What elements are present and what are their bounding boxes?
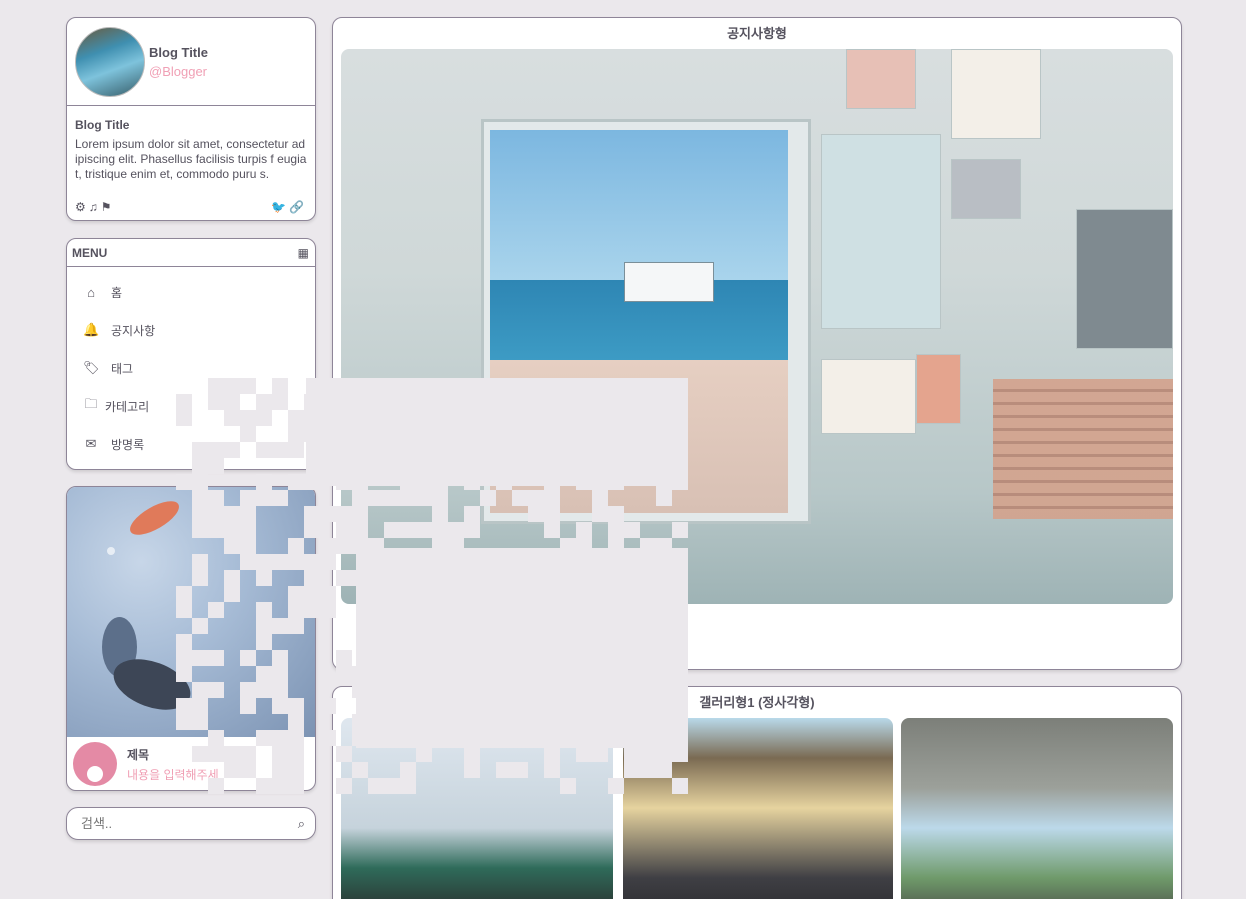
blogger-handle[interactable]: @Blogger	[149, 64, 208, 79]
menu-item-label: 공지사항	[111, 323, 156, 338]
author-avatar	[73, 742, 117, 786]
menu-header: MENU ▦	[67, 239, 315, 267]
folder-icon: 🗀	[84, 396, 98, 411]
notice-section-title: 공지사항형	[727, 26, 787, 41]
menu-item-label: 방명록	[111, 437, 145, 452]
link-icon[interactable]: 🔗	[289, 200, 304, 214]
profile-header: Blog Title @Blogger	[67, 18, 315, 106]
search-icon[interactable]: ⌕	[298, 816, 305, 832]
menu-item-label: 홈	[111, 285, 123, 300]
gear-icon[interactable]: ⚙	[75, 200, 86, 214]
menu-item-label: 태그	[111, 361, 134, 376]
search-box: ⌕	[66, 807, 316, 840]
menu-title: MENU	[72, 245, 108, 260]
grid-icon[interactable]: ▦	[298, 246, 309, 260]
gallery-image-3[interactable]	[901, 718, 1173, 899]
mail-icon: ✉	[85, 436, 97, 451]
blog-title[interactable]: Blog Title	[149, 45, 208, 60]
flag-icon[interactable]: ⚑	[101, 200, 112, 214]
twitter-icon[interactable]: 🐦	[271, 200, 286, 214]
home-icon: ⌂	[87, 284, 95, 300]
profile-card: Blog Title @Blogger Blog Title Lorem ips…	[66, 17, 316, 221]
menu-item-home[interactable]: ⌂ 홈	[67, 273, 315, 311]
menu-item-notice[interactable]: 🔔 공지사항	[67, 311, 315, 349]
tag-icon: 🏷	[83, 360, 100, 375]
profile-avatar[interactable]	[75, 26, 145, 97]
profile-icon-bar: ⚙ ♫ ⚑ 🐦 🔗	[75, 200, 307, 214]
profile-title: Blog Title	[75, 118, 130, 132]
menu-item-label: 카테고리	[105, 399, 150, 414]
search-input[interactable]	[81, 816, 281, 831]
music-icon[interactable]: ♫	[89, 200, 98, 214]
bell-icon: 🔔	[83, 322, 100, 337]
loading-pixel-overlay	[176, 378, 688, 794]
profile-description: Lorem ipsum dolor sit amet, consectetur …	[75, 137, 307, 181]
